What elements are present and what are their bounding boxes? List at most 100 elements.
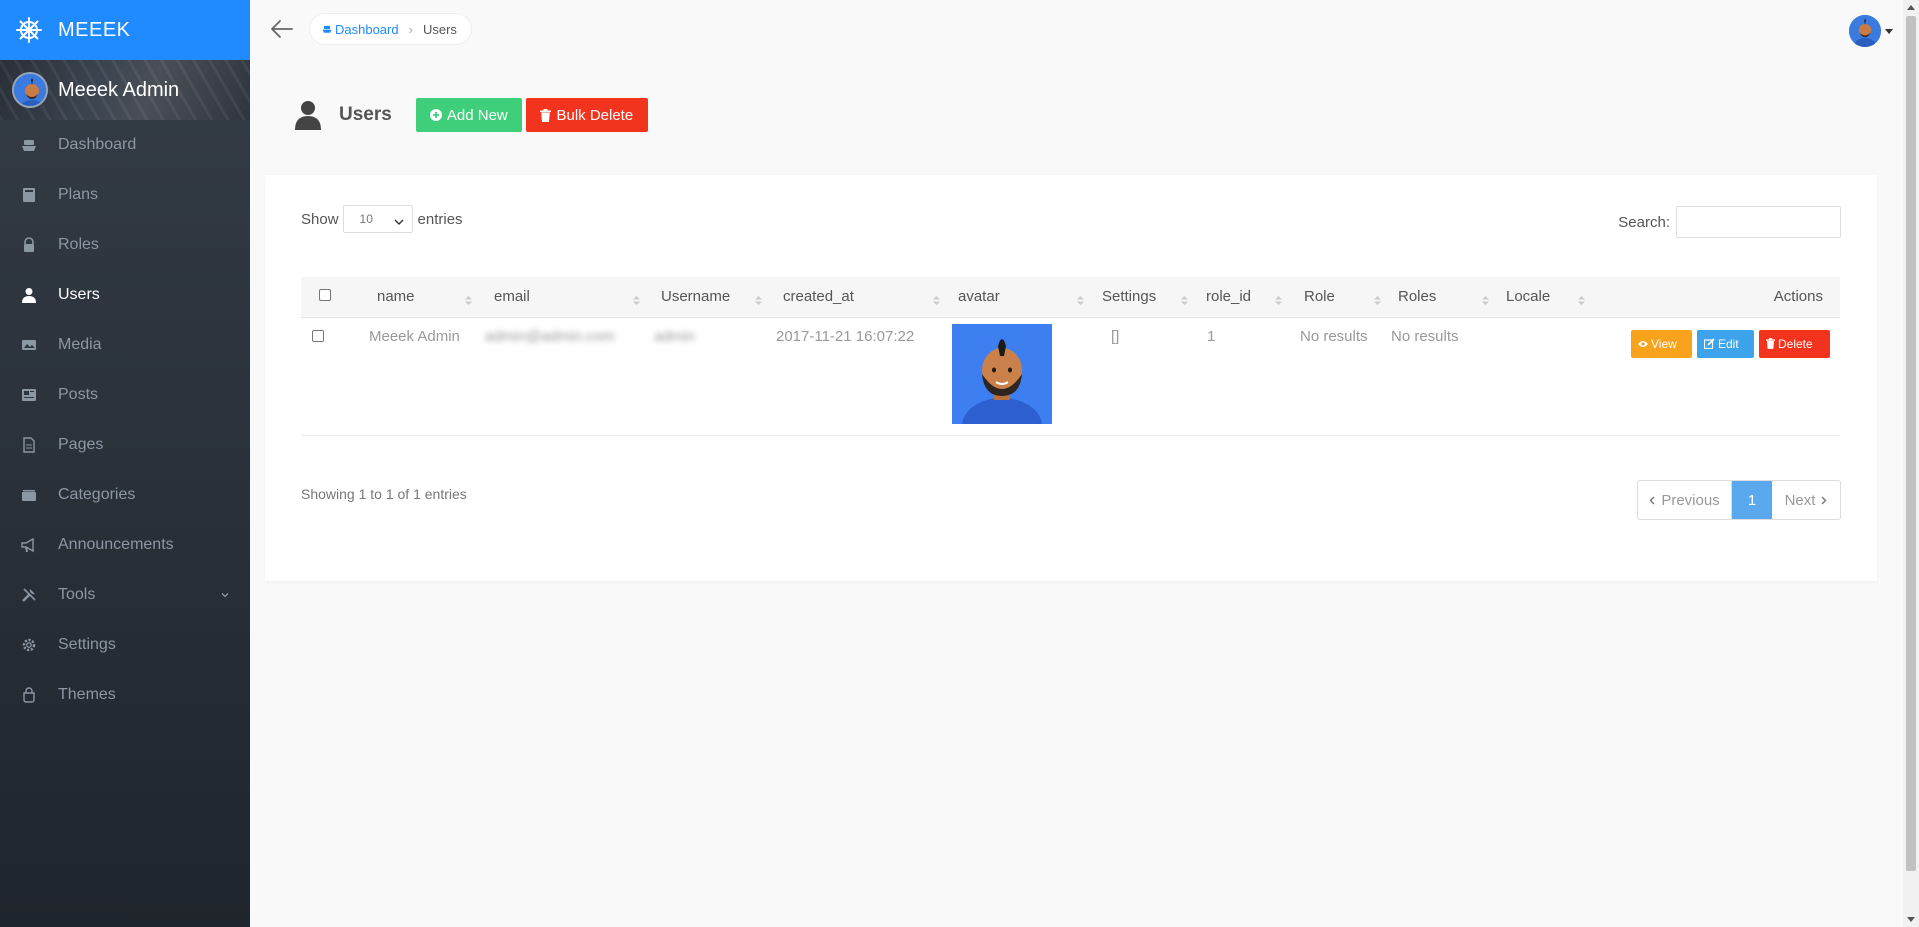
page-scrollbar[interactable]: [1903, 0, 1919, 927]
images-icon: [21, 337, 37, 353]
book-icon: [21, 187, 37, 203]
brand-name: MEEEK: [58, 18, 131, 41]
bulk-delete-button[interactable]: Bulk Delete: [525, 98, 648, 132]
chevron-right-icon: ›: [408, 21, 413, 37]
delete-button[interactable]: Delete: [1759, 329, 1830, 358]
sort-icon: [1181, 292, 1188, 305]
select-all-header: [301, 277, 357, 317]
sort-icon: [1077, 292, 1084, 305]
sort-icon: [1482, 292, 1489, 305]
profile-name: Meeek Admin: [58, 78, 180, 101]
column-label: Username: [661, 288, 731, 306]
sidebar-item-users[interactable]: Users: [0, 270, 250, 320]
row-checkbox[interactable]: [312, 329, 324, 342]
previous-page-button[interactable]: Previous: [1638, 481, 1732, 519]
sidebar-item-label: Pages: [58, 436, 104, 453]
column-header-email[interactable]: email: [482, 277, 650, 317]
sidebar-item-label: Categories: [58, 486, 136, 503]
plus-circle-icon: [429, 109, 442, 121]
breadcrumb: Dashboard › Users: [310, 14, 471, 44]
sidebar-item-tools[interactable]: Tools: [0, 570, 250, 620]
sidebar-item-dashboard[interactable]: Dashboard: [0, 120, 250, 170]
tools-icon: [21, 587, 37, 603]
row-select-cell: [301, 317, 357, 435]
chevron-down-icon: [220, 587, 230, 605]
chevron-right-icon: [1821, 496, 1827, 505]
news-icon: [21, 387, 37, 403]
megaphone-icon: [21, 537, 37, 553]
sort-icon: [1374, 292, 1381, 305]
column-label: Settings: [1102, 288, 1157, 306]
sidebar-item-plans[interactable]: Plans: [0, 170, 250, 220]
sidebar-item-pages[interactable]: Pages: [0, 420, 250, 470]
cell-username: admin: [650, 317, 772, 435]
column-header-username[interactable]: Username: [650, 277, 772, 317]
sidebar-item-roles[interactable]: Roles: [0, 220, 250, 270]
brand-bar[interactable]: MEEEK: [0, 0, 250, 60]
sidebar-item-label: Announcements: [58, 536, 174, 553]
table-info: Showing 1 to 1 of 1 entries: [301, 486, 467, 502]
caret-down-icon: [1885, 28, 1893, 34]
scroll-up-arrow-icon[interactable]: [1907, 5, 1915, 10]
column-header-settings[interactable]: Settings: [1094, 277, 1198, 317]
sidebar-profile[interactable]: Meeek Admin: [0, 60, 250, 120]
sidebar-item-label: Media: [58, 336, 102, 353]
column-label: Roles: [1398, 288, 1437, 306]
back-arrow-icon[interactable]: [270, 18, 294, 40]
cell-actions: View Edit Delete: [1595, 317, 1840, 435]
avatar: [1849, 15, 1881, 47]
breadcrumb-dashboard[interactable]: Dashboard: [322, 22, 399, 37]
paint-bucket-icon: [21, 687, 37, 703]
column-header-locale[interactable]: Locale: [1499, 277, 1595, 317]
sidebar-item-posts[interactable]: Posts: [0, 370, 250, 420]
user-menu[interactable]: [1849, 15, 1893, 47]
sidebar-item-label: Plans: [58, 186, 99, 203]
trash-icon: [1766, 338, 1775, 349]
edit-button[interactable]: Edit: [1697, 329, 1754, 358]
page-length-control: Show 10 entries: [301, 205, 463, 233]
column-label: role_id: [1206, 288, 1252, 306]
scrollbar-thumb[interactable]: [1906, 16, 1916, 871]
column-header-name[interactable]: name: [357, 277, 482, 317]
sort-icon: [1275, 292, 1282, 305]
add-new-button[interactable]: Add New: [415, 98, 522, 132]
column-header-created-at[interactable]: created_at: [772, 277, 950, 317]
page-length-select[interactable]: 10: [342, 205, 413, 233]
table-header-row: name email Username created_at avatar Se…: [301, 277, 1840, 317]
sidebar: MEEEK Meeek Admin Dashboard Plans Roles …: [0, 0, 250, 927]
users-table: name email Username created_at avatar Se…: [301, 277, 1840, 454]
sidebar-item-themes[interactable]: Themes: [0, 670, 250, 720]
sidebar-nav: Dashboard Plans Roles Users Media Posts …: [0, 120, 250, 720]
column-label: created_at: [783, 288, 854, 306]
search-input[interactable]: [1676, 206, 1841, 238]
person-icon: [21, 287, 37, 303]
column-header-role[interactable]: Role: [1292, 277, 1391, 317]
chevron-left-icon: [1649, 496, 1655, 505]
scroll-down-arrow-icon[interactable]: [1907, 917, 1915, 922]
sidebar-item-announcements[interactable]: Announcements: [0, 520, 250, 570]
sidebar-item-settings[interactable]: Settings: [0, 620, 250, 670]
sort-icon: [755, 292, 762, 305]
column-label: email: [494, 288, 530, 306]
column-header-avatar[interactable]: avatar: [950, 277, 1094, 317]
pagination: Previous 1 Next: [1637, 480, 1841, 520]
cell-email: admin@admin.com: [482, 317, 650, 435]
column-header-role-id[interactable]: role_id: [1198, 277, 1292, 317]
view-button[interactable]: View: [1631, 329, 1692, 358]
next-page-button[interactable]: Next: [1772, 481, 1840, 519]
trash-icon: [540, 108, 552, 122]
gear-icon: [21, 637, 37, 653]
select-all-checkbox[interactable]: [319, 289, 331, 302]
boat-icon: [322, 24, 332, 34]
sidebar-item-media[interactable]: Media: [0, 320, 250, 370]
previous-label: Previous: [1661, 491, 1720, 509]
cell-roles: No results: [1391, 327, 1459, 345]
sidebar-item-categories[interactable]: Categories: [0, 470, 250, 520]
breadcrumb-current: Users: [422, 21, 457, 37]
page-1-button[interactable]: 1: [1732, 481, 1772, 519]
next-label: Next: [1784, 491, 1816, 509]
sidebar-item-label: Roles: [58, 236, 99, 253]
column-header-roles[interactable]: Roles: [1391, 277, 1499, 317]
cell-locale: [1499, 317, 1595, 435]
column-label: name: [377, 288, 415, 306]
